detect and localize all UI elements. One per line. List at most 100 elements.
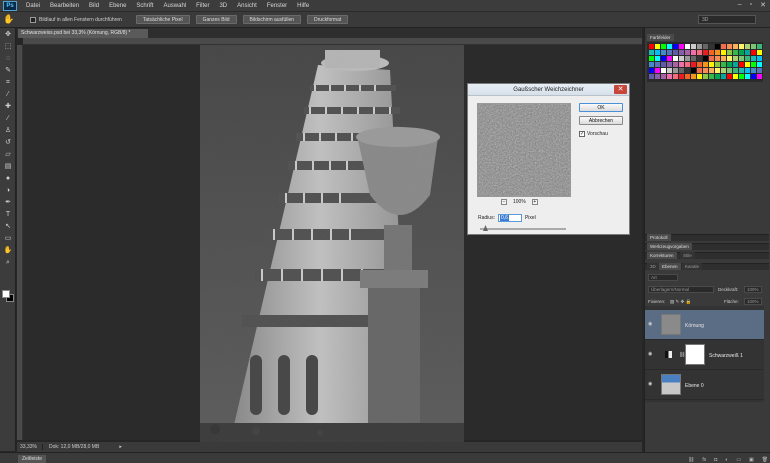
color-swatch[interactable]: [691, 44, 696, 49]
blur-preview[interactable]: [477, 103, 571, 197]
color-swatch[interactable]: [661, 62, 666, 67]
scroll-all-checkbox[interactable]: [30, 16, 36, 23]
color-swatch[interactable]: [739, 62, 744, 67]
color-swatch[interactable]: [655, 74, 660, 79]
color-swatch[interactable]: [721, 56, 726, 61]
color-swatch[interactable]: [727, 44, 732, 49]
visibility-eye-icon[interactable]: ◉: [648, 382, 654, 387]
menu-bild[interactable]: Bild: [84, 0, 104, 12]
color-swatch[interactable]: [757, 50, 762, 55]
color-swatch[interactable]: [715, 56, 720, 61]
color-swatch[interactable]: [697, 44, 702, 49]
color-swatch[interactable]: [661, 68, 666, 73]
color-swatch[interactable]: [649, 56, 654, 61]
color-swatch[interactable]: [691, 74, 696, 79]
color-swatch[interactable]: [673, 62, 678, 67]
crop-tool-icon[interactable]: ⌗: [2, 78, 14, 88]
color-swatch[interactable]: [715, 50, 720, 55]
whole-image-button[interactable]: Ganzes Bild: [195, 15, 237, 24]
color-swatch[interactable]: [703, 68, 708, 73]
color-swatch[interactable]: [649, 50, 654, 55]
layer-kind-filter[interactable]: Art: [648, 274, 678, 281]
color-swatch[interactable]: [715, 74, 720, 79]
color-swatch[interactable]: [703, 56, 708, 61]
opacity-field[interactable]: 100%: [744, 286, 762, 293]
hand-tool-icon[interactable]: ✋: [0, 14, 18, 25]
color-swatch[interactable]: [721, 44, 726, 49]
link-layers-icon[interactable]: ⛓: [688, 457, 694, 463]
eraser-tool-icon[interactable]: ▱: [2, 150, 14, 160]
color-swatch[interactable]: [727, 74, 732, 79]
color-swatch[interactable]: [685, 68, 690, 73]
color-swatch[interactable]: [745, 50, 750, 55]
adjustment-icon[interactable]: ◐: [725, 457, 728, 463]
color-swatch[interactable]: [655, 62, 660, 67]
tab-3d[interactable]: 3D: [647, 263, 659, 270]
color-swatch[interactable]: [667, 62, 672, 67]
radius-slider-track[interactable]: [480, 228, 566, 230]
preview-option[interactable]: ✓ Vorschau: [579, 131, 608, 137]
menu-ansicht[interactable]: Ansicht: [232, 0, 262, 12]
marquee-tool-icon[interactable]: ⬚: [2, 42, 14, 52]
menu-3d[interactable]: 3D: [214, 0, 232, 12]
color-swatch[interactable]: [733, 68, 738, 73]
color-swatch[interactable]: [703, 62, 708, 67]
color-swatch[interactable]: [739, 56, 744, 61]
color-swatch[interactable]: [667, 74, 672, 79]
color-swatch[interactable]: [709, 44, 714, 49]
color-swatch[interactable]: [679, 50, 684, 55]
tab-styles[interactable]: Stile: [680, 252, 695, 259]
color-swatch[interactable]: [679, 56, 684, 61]
color-swatch[interactable]: [655, 68, 660, 73]
fill-screen-button[interactable]: Bildschirm ausfüllen: [242, 15, 302, 24]
color-swatch[interactable]: [745, 56, 750, 61]
color-swatch[interactable]: [745, 68, 750, 73]
color-swatch[interactable]: [697, 62, 702, 67]
color-swatch[interactable]: [751, 44, 756, 49]
color-swatch[interactable]: [733, 62, 738, 67]
color-swatch[interactable]: [673, 68, 678, 73]
shape-tool-icon[interactable]: ▭: [2, 234, 14, 244]
color-swatch[interactable]: [739, 44, 744, 49]
color-swatch[interactable]: [745, 44, 750, 49]
workspace-select[interactable]: 3D: [698, 15, 756, 24]
color-swatch[interactable]: [673, 74, 678, 79]
zoom-level[interactable]: 33,33%: [17, 444, 43, 450]
color-swatch[interactable]: [673, 50, 678, 55]
color-swatch[interactable]: [697, 68, 702, 73]
color-swatch[interactable]: [697, 74, 702, 79]
color-swatch[interactable]: [709, 50, 714, 55]
color-swatch[interactable]: [691, 50, 696, 55]
menu-auswahl[interactable]: Auswahl: [158, 0, 191, 12]
dialog-close-icon[interactable]: ✕: [614, 85, 627, 94]
tab-tool-presets[interactable]: Werkzeugvorgaben: [647, 243, 692, 250]
color-swatch[interactable]: [649, 44, 654, 49]
lock-icons[interactable]: ▨ ✎ ✥ 🔒: [670, 299, 691, 305]
color-swatch[interactable]: [751, 50, 756, 55]
color-swatch[interactable]: [703, 74, 708, 79]
layer-style-icon[interactable]: fx: [702, 457, 706, 463]
color-swatch[interactable]: [745, 62, 750, 67]
color-swatch[interactable]: [709, 62, 714, 67]
menu-datei[interactable]: Datei: [21, 0, 45, 12]
history-brush-tool-icon[interactable]: ↺: [2, 138, 14, 148]
add-mask-icon[interactable]: ◘: [714, 457, 717, 463]
color-swatch[interactable]: [757, 62, 762, 67]
color-swatch[interactable]: [685, 50, 690, 55]
document-tab[interactable]: Schwarzweiss.psd bei 33,3% (Körnung, RGB…: [18, 29, 148, 38]
move-tool-icon[interactable]: ✥: [2, 30, 14, 40]
blend-mode-select[interactable]: Überlagern/Normal: [648, 286, 714, 293]
color-swatch[interactable]: [733, 50, 738, 55]
menu-hilfe[interactable]: Hilfe: [292, 0, 314, 12]
color-swatch[interactable]: [685, 62, 690, 67]
zoom-in-button[interactable]: +: [531, 199, 538, 205]
color-swatch[interactable]: [757, 56, 762, 61]
color-swatch[interactable]: [733, 74, 738, 79]
color-swatch[interactable]: [649, 74, 654, 79]
color-swatch[interactable]: [649, 68, 654, 73]
status-menu-arrow-icon[interactable]: ▸: [119, 444, 122, 450]
color-swatch[interactable]: [721, 74, 726, 79]
color-swatch[interactable]: [733, 44, 738, 49]
type-tool-icon[interactable]: T: [2, 210, 14, 220]
tab-corrections[interactable]: Korrekturen: [647, 252, 677, 259]
